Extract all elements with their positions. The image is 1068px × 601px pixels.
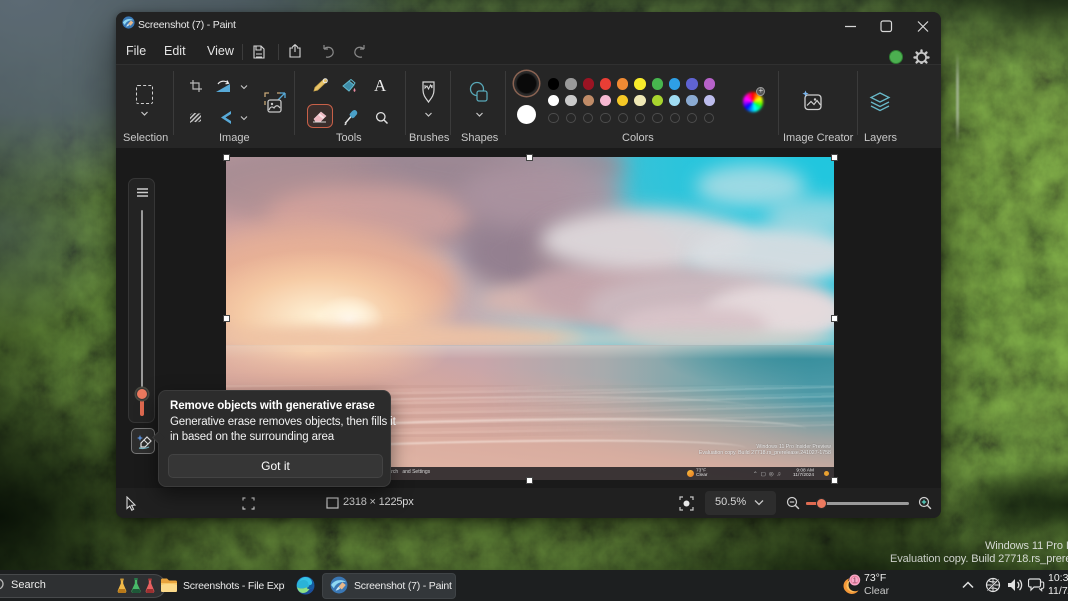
svg-text:1: 1 <box>853 576 857 585</box>
